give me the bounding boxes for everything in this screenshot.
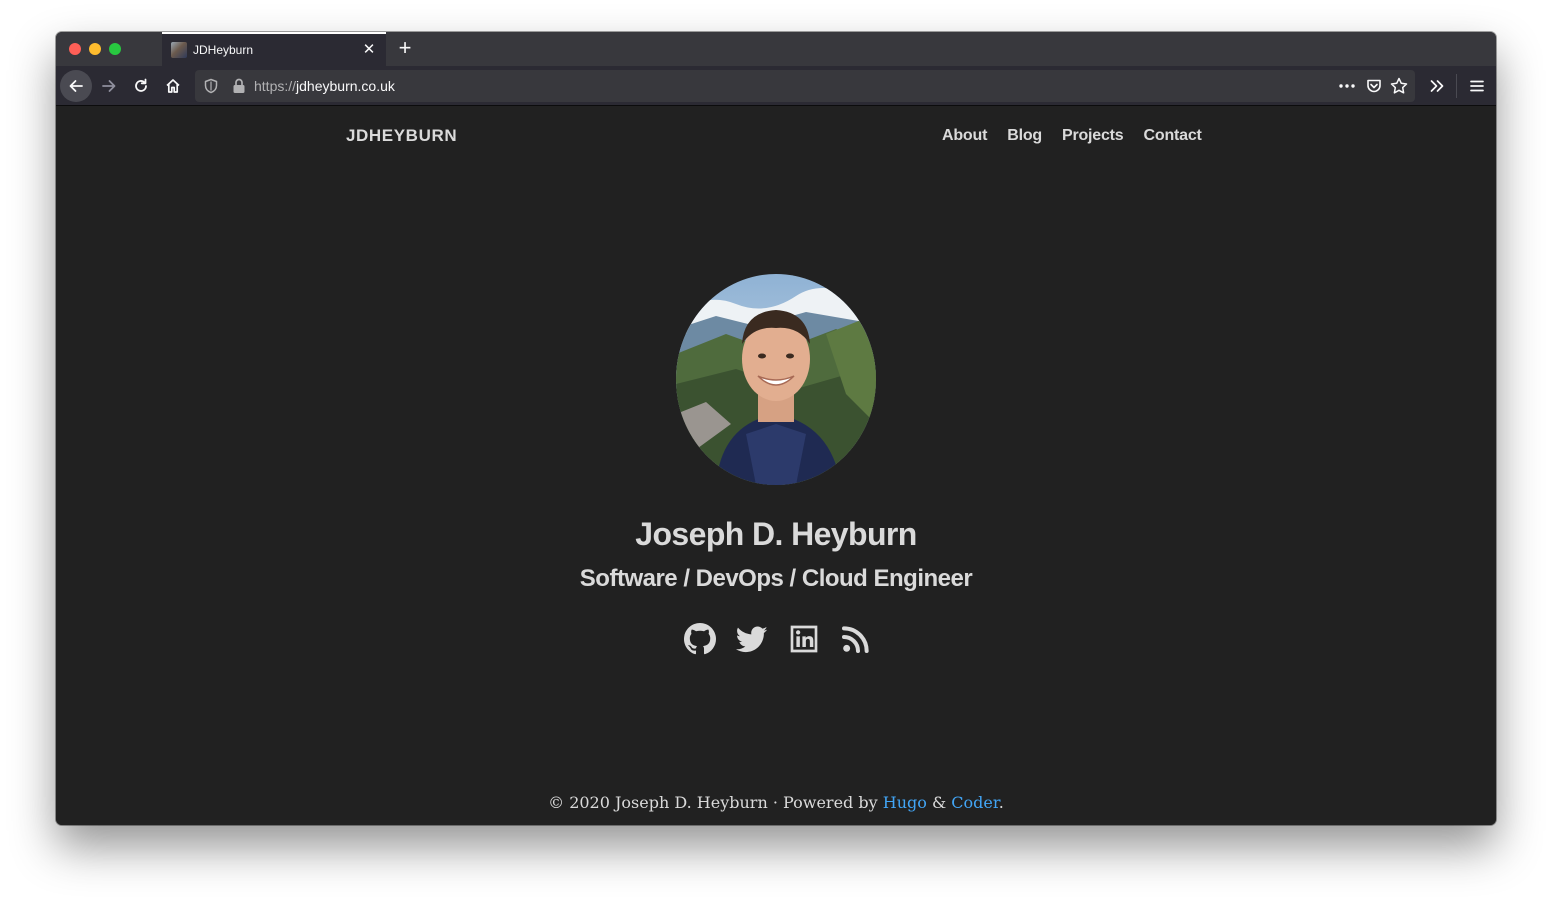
new-tab-button[interactable]: + xyxy=(393,37,417,61)
web-page: JDHEYBURN About Blog Projects Contact Jo… xyxy=(56,107,1496,825)
navigation-toolbar: https://jdheyburn.co.uk xyxy=(56,66,1496,106)
reload-button[interactable] xyxy=(125,70,157,102)
social-links xyxy=(684,623,872,655)
lock-icon[interactable] xyxy=(231,77,247,95)
tab-close-icon[interactable]: ✕ xyxy=(361,42,377,58)
avatar-photo xyxy=(676,274,876,485)
profile-role: Software / DevOps / Cloud Engineer xyxy=(579,565,973,592)
url-field[interactable]: https://jdheyburn.co.uk xyxy=(254,78,395,94)
back-arrow-icon xyxy=(69,80,83,92)
twitter-icon xyxy=(735,626,768,653)
forward-button[interactable] xyxy=(93,70,125,102)
coder-link[interactable]: Coder xyxy=(951,793,998,812)
back-button[interactable] xyxy=(60,70,92,102)
nav-link-contact[interactable]: Contact xyxy=(1144,127,1202,145)
nav-link-about[interactable]: About xyxy=(942,127,987,145)
pocket-icon[interactable] xyxy=(1365,77,1383,95)
footer-period: . xyxy=(998,793,1004,812)
close-window-button[interactable] xyxy=(69,43,81,55)
url-host: jdheyburn.co.uk xyxy=(296,78,395,94)
footer-text: © 2020 Joseph D. Heyburn · Powered by xyxy=(548,793,883,812)
menu-button[interactable] xyxy=(1461,70,1493,102)
avatar xyxy=(676,274,876,485)
linkedin-icon xyxy=(790,625,818,653)
site-nav: About Blog Projects Contact xyxy=(942,127,1202,145)
home-button[interactable] xyxy=(157,70,189,102)
nav-link-projects[interactable]: Projects xyxy=(1062,127,1124,145)
hamburger-menu-icon xyxy=(1470,80,1484,92)
reload-icon xyxy=(135,78,147,92)
toolbar-separator xyxy=(1456,74,1457,98)
github-icon xyxy=(684,623,716,655)
profile-name: Joseph D. Heyburn xyxy=(635,516,917,552)
nav-link-blog[interactable]: Blog xyxy=(1007,127,1042,145)
overflow-chevron-icon xyxy=(1430,80,1444,92)
rss-link[interactable] xyxy=(840,623,872,655)
twitter-link[interactable] xyxy=(735,623,768,655)
home-icon xyxy=(166,79,180,93)
site-title-link[interactable]: JDHEYBURN xyxy=(346,126,457,146)
rss-icon xyxy=(842,626,869,653)
zoom-window-button[interactable] xyxy=(109,43,121,55)
github-link[interactable] xyxy=(684,623,716,655)
overflow-button[interactable] xyxy=(1421,70,1453,102)
tab-strip: JDHeyburn ✕ + xyxy=(56,32,1496,66)
tab-title: JDHeyburn xyxy=(193,43,254,57)
shield-icon[interactable] xyxy=(202,77,220,95)
url-scheme: https:// xyxy=(254,78,297,94)
minimize-window-button[interactable] xyxy=(89,43,101,55)
browser-tab[interactable]: JDHeyburn ✕ xyxy=(162,32,386,66)
browser-window: JDHeyburn ✕ + https://jdheyburn.co.uk JD… xyxy=(56,32,1496,825)
hugo-link[interactable]: Hugo xyxy=(883,793,927,812)
star-icon[interactable] xyxy=(1389,76,1409,96)
forward-arrow-icon xyxy=(102,80,116,92)
favicon-icon xyxy=(171,42,187,58)
footer-ampersand: & xyxy=(926,793,952,812)
address-bar[interactable]: https://jdheyburn.co.uk xyxy=(195,70,1415,102)
linkedin-link[interactable] xyxy=(788,623,820,655)
more-dots-icon[interactable] xyxy=(1337,76,1357,96)
site-footer: © 2020 Joseph D. Heyburn · Powered by Hu… xyxy=(56,793,1496,812)
